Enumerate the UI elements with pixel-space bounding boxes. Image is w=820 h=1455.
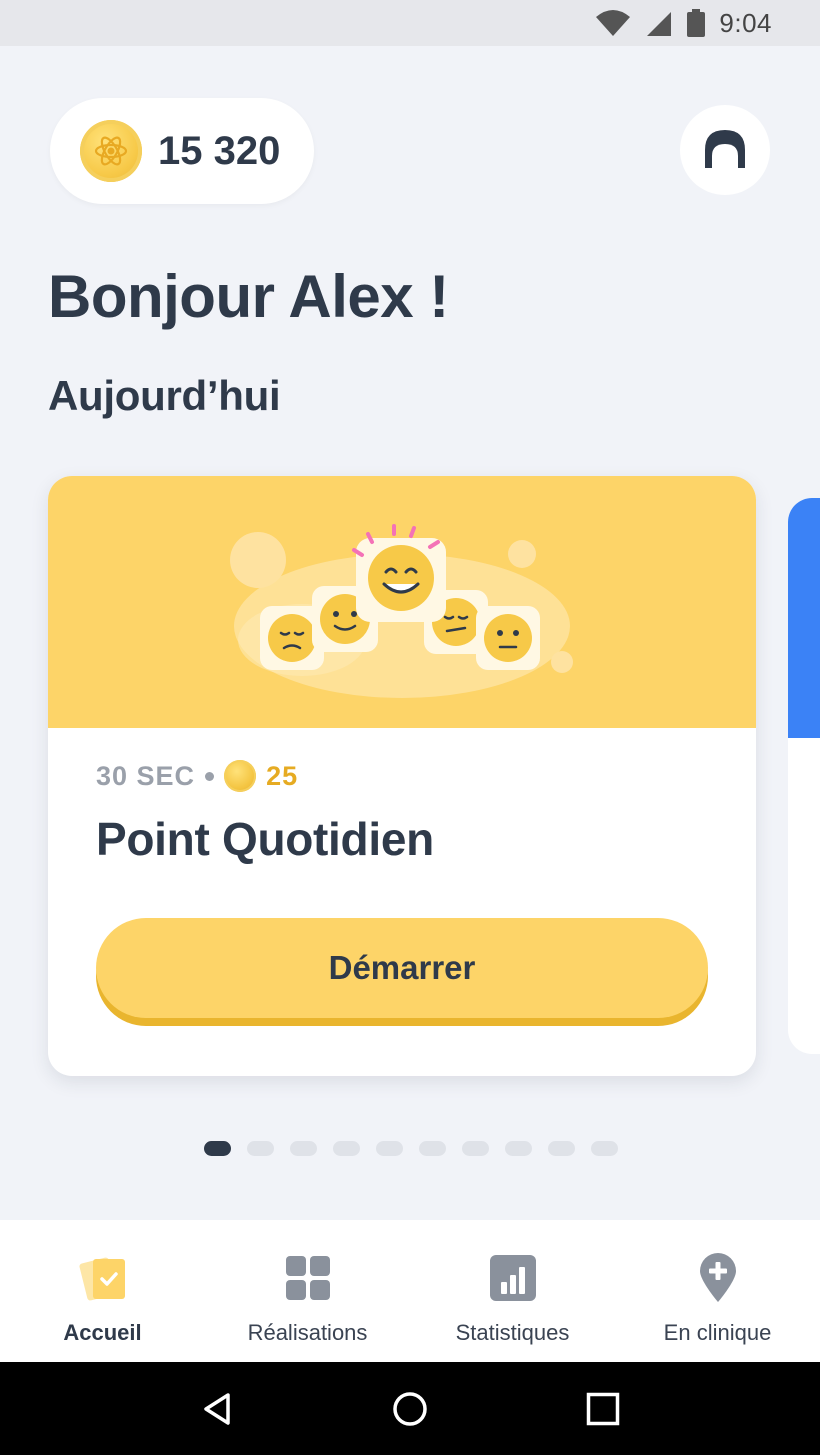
wifi-icon (596, 10, 631, 36)
bottom-nav: Accueil Réalisations Statistiques En cli… (0, 1220, 820, 1362)
nav-item-realisations[interactable]: Réalisations (205, 1220, 410, 1362)
start-button[interactable]: Démarrer (96, 918, 708, 1018)
meta-separator-dot (205, 771, 215, 781)
reward-coin-icon (224, 760, 257, 792)
home-circle-icon (393, 1391, 427, 1426)
card-meta: 30 SEC 25 (96, 760, 298, 792)
nav-item-statistiques[interactable]: Statistiques (410, 1220, 615, 1362)
next-activity-card[interactable] (788, 498, 820, 1054)
nav-label: Réalisations (247, 1320, 368, 1345)
carousel-pager (204, 1141, 618, 1156)
activity-card[interactable]: 30 SEC 25 Point Quotidien Démarrer (48, 476, 756, 1076)
nav-label: Statistiques (455, 1320, 570, 1345)
pager-dot[interactable] (247, 1141, 274, 1156)
coin-count: 15 320 (158, 128, 281, 173)
nav-item-en-clinique[interactable]: En clinique (615, 1220, 820, 1362)
status-time: 9:04 (719, 7, 772, 38)
back-triangle-icon (203, 1392, 230, 1425)
card-illustration (48, 476, 756, 728)
coin-balance[interactable]: 15 320 (50, 98, 314, 204)
cellular-signal-icon (647, 12, 672, 36)
pager-dot[interactable] (591, 1141, 618, 1156)
system-nav-bar (0, 1362, 820, 1455)
recents-square-icon (587, 1392, 620, 1425)
clinic-location-icon (692, 1252, 744, 1304)
pager-dot[interactable] (290, 1141, 317, 1156)
nav-item-accueil[interactable]: Accueil (0, 1220, 205, 1362)
greeting-title: Bonjour Alex ! (48, 263, 449, 330)
profile-button[interactable] (680, 105, 770, 195)
coin-icon (80, 120, 142, 182)
pager-dot[interactable] (419, 1141, 446, 1156)
nav-label: Accueil (63, 1320, 142, 1345)
nav-label: En clinique (663, 1320, 772, 1345)
system-home-button[interactable] (380, 1379, 440, 1439)
card-title: Point Quotidien (96, 813, 434, 865)
stats-chart-icon (487, 1252, 539, 1304)
status-bar: 9:04 (0, 0, 820, 46)
pager-dot[interactable] (462, 1141, 489, 1156)
pager-dot[interactable] (505, 1141, 532, 1156)
reward-amount: 25 (266, 760, 299, 791)
system-back-button[interactable] (187, 1379, 247, 1439)
pager-dot[interactable] (333, 1141, 360, 1156)
achievements-grid-icon (282, 1252, 334, 1304)
system-recents-button[interactable] (573, 1379, 633, 1439)
section-title-today: Aujourd’hui (48, 372, 281, 419)
pager-dot[interactable] (548, 1141, 575, 1156)
home-cards-icon (77, 1252, 129, 1304)
pager-dot-active[interactable] (204, 1141, 231, 1156)
pager-dot[interactable] (376, 1141, 403, 1156)
battery-icon (687, 9, 706, 37)
avatar-icon (705, 130, 745, 168)
duration-label: 30 SEC (96, 760, 196, 791)
next-card-illustration (788, 498, 820, 738)
